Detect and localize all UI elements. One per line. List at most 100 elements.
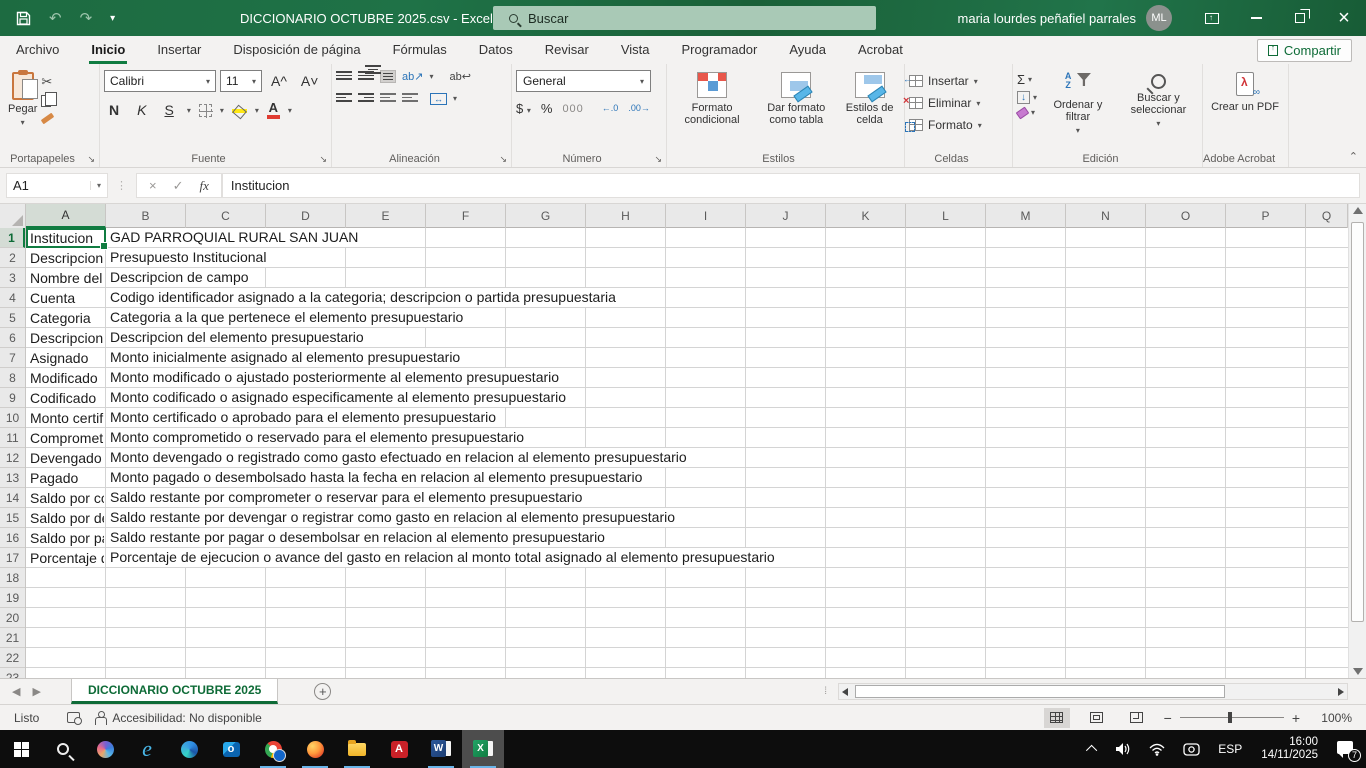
cell-B11[interactable]: Monto comprometido o reservado para el e… xyxy=(107,428,530,447)
ribbon-tab-inicio[interactable]: Inicio xyxy=(75,36,141,64)
currency-button[interactable]: $ ▾ xyxy=(516,101,531,116)
cell-A16[interactable]: Saldo por pa xyxy=(30,528,104,548)
cell-B6[interactable]: Descripcion del elemento presupuestario xyxy=(107,328,370,347)
increase-decimal-button[interactable]: ←.0 xyxy=(602,104,619,113)
vertical-scrollbar[interactable] xyxy=(1348,204,1366,678)
zoom-out-button[interactable]: − xyxy=(1164,710,1172,726)
borders-icon[interactable] xyxy=(199,104,212,117)
cell-B2[interactable]: Presupuesto Institucional xyxy=(107,248,272,267)
font-dialog-launcher[interactable]: ↘ xyxy=(319,154,327,165)
number-format-select[interactable]: General ▾ xyxy=(516,70,651,92)
meet-now-button[interactable] xyxy=(1174,730,1209,768)
fill-color-dropdown-icon[interactable]: ▾ xyxy=(255,106,259,115)
horizontal-scroll-thumb[interactable] xyxy=(855,685,1225,698)
ribbon-tab-revisar[interactable]: Revisar xyxy=(529,36,605,64)
column-header-D[interactable]: D xyxy=(266,204,346,228)
fill-button[interactable]: ↓▾ xyxy=(1017,91,1037,104)
name-box-dropdown-icon[interactable]: ▾ xyxy=(90,181,101,190)
hidden-icons-button[interactable] xyxy=(1080,730,1106,768)
row-header-4[interactable]: 4 xyxy=(0,288,25,308)
row-header-17[interactable]: 17 xyxy=(0,548,25,568)
new-sheet-button[interactable]: + xyxy=(314,683,331,700)
cell-B1[interactable]: GAD PARROQUIAL RURAL SAN JUAN xyxy=(107,228,364,247)
align-center-button[interactable] xyxy=(336,64,410,84)
start-button[interactable] xyxy=(0,730,42,768)
italic-button[interactable]: K xyxy=(132,100,151,120)
row-header-5[interactable]: 5 xyxy=(0,308,25,328)
paste-button[interactable]: Pegar ▾ xyxy=(4,70,41,129)
row-header-3[interactable]: 3 xyxy=(0,268,25,288)
page-break-view-button[interactable] xyxy=(1124,708,1150,728)
cell-B8[interactable]: Monto modificado o ajustado posteriormen… xyxy=(107,368,565,387)
avatar[interactable]: ML xyxy=(1146,5,1172,31)
row-header-8[interactable]: 8 xyxy=(0,368,25,388)
ribbon-display-options-button[interactable] xyxy=(1190,0,1234,36)
percent-button[interactable]: % xyxy=(541,101,553,116)
word-button[interactable]: W xyxy=(420,730,462,768)
row-header-13[interactable]: 13 xyxy=(0,468,25,488)
cell-B12[interactable]: Monto devengado o registrado como gasto … xyxy=(107,448,693,467)
clipboard-dialog-launcher[interactable]: ↘ xyxy=(87,154,95,165)
accessibility-status[interactable]: Accesibilidad: No disponible xyxy=(112,711,261,725)
insert-function-icon[interactable]: fx xyxy=(200,178,209,194)
excel-button[interactable]: X xyxy=(462,730,504,768)
cell-B15[interactable]: Saldo restante por devengar o registrar … xyxy=(107,508,681,527)
formula-input[interactable]: Institucion xyxy=(222,173,1360,198)
align-left-button[interactable] xyxy=(336,92,352,105)
scroll-up-icon[interactable] xyxy=(1353,207,1363,214)
grow-font-button[interactable]: A^ xyxy=(266,71,292,91)
cancel-entry-icon[interactable]: × xyxy=(149,178,157,193)
copilot-button[interactable] xyxy=(84,730,126,768)
cell-A9[interactable]: Codificado xyxy=(30,388,104,408)
save-icon[interactable] xyxy=(16,11,31,26)
ribbon-tab-programador[interactable]: Programador xyxy=(666,36,774,64)
zoom-in-button[interactable]: + xyxy=(1292,710,1300,726)
ribbon-tab-disposici-n-de-p-gina[interactable]: Disposición de página xyxy=(217,36,376,64)
taskbar-clock[interactable]: 16:00 14/11/2025 xyxy=(1251,736,1328,762)
cell-A5[interactable]: Categoria xyxy=(30,308,104,328)
cell-B10[interactable]: Monto certificado o aprobado para el ele… xyxy=(107,408,502,427)
row-header-9[interactable]: 9 xyxy=(0,388,25,408)
row-header-10[interactable]: 10 xyxy=(0,408,25,428)
zoom-slider-thumb[interactable] xyxy=(1228,712,1232,723)
wrap-text-button[interactable]: ab↩ xyxy=(449,70,470,83)
column-header-E[interactable]: E xyxy=(346,204,426,228)
row-header-16[interactable]: 16 xyxy=(0,528,25,548)
merge-center-button[interactable]: ↔ xyxy=(430,93,447,105)
cell-A4[interactable]: Cuenta xyxy=(30,288,104,308)
internet-explorer-button[interactable]: e xyxy=(126,730,168,768)
decrease-indent-button[interactable] xyxy=(380,92,396,105)
ribbon-tab-vista[interactable]: Vista xyxy=(605,36,666,64)
row-header-14[interactable]: 14 xyxy=(0,488,25,508)
collapse-ribbon-icon[interactable]: ⌃ xyxy=(1349,150,1358,163)
ribbon-tab-datos[interactable]: Datos xyxy=(463,36,529,64)
name-box[interactable]: A1 ▾ xyxy=(6,173,108,198)
file-explorer-button[interactable] xyxy=(336,730,378,768)
row-header-11[interactable]: 11 xyxy=(0,428,25,448)
edge-button[interactable] xyxy=(168,730,210,768)
ribbon-tab-archivo[interactable]: Archivo xyxy=(0,36,75,64)
macro-recording-icon[interactable] xyxy=(67,712,80,723)
cell-A11[interactable]: Comprometi xyxy=(30,428,104,448)
user-name[interactable]: maria lourdes peñafiel parrales xyxy=(958,11,1136,26)
horizontal-scrollbar[interactable] xyxy=(838,683,1348,700)
cell-A3[interactable]: Nombre del xyxy=(30,268,104,288)
volume-button[interactable] xyxy=(1106,730,1140,768)
delete-cells-button[interactable]: Eliminar ▾ xyxy=(909,92,1008,114)
row-header-23[interactable]: 23 xyxy=(0,668,25,678)
shrink-font-button[interactable]: A˅ xyxy=(296,71,324,91)
create-pdf-button[interactable]: Crear un PDF xyxy=(1207,70,1283,115)
orientation-dropdown-icon[interactable]: ▾ xyxy=(429,72,433,81)
paste-dropdown-icon[interactable]: ▾ xyxy=(21,118,25,127)
column-header-P[interactable]: P xyxy=(1226,204,1306,228)
confirm-entry-icon[interactable]: ✓ xyxy=(173,178,184,194)
column-header-O[interactable]: O xyxy=(1146,204,1226,228)
row-header-19[interactable]: 19 xyxy=(0,588,25,608)
scroll-down-icon[interactable] xyxy=(1353,668,1363,675)
row-header-2[interactable]: 2 xyxy=(0,248,25,268)
sheet-tab-active[interactable]: DICCIONARIO OCTUBRE 2025 xyxy=(71,679,278,704)
underline-dropdown-icon[interactable]: ▾ xyxy=(187,106,191,115)
column-header-L[interactable]: L xyxy=(906,204,986,228)
row-header-22[interactable]: 22 xyxy=(0,648,25,668)
cell-A14[interactable]: Saldo por co xyxy=(30,488,104,508)
